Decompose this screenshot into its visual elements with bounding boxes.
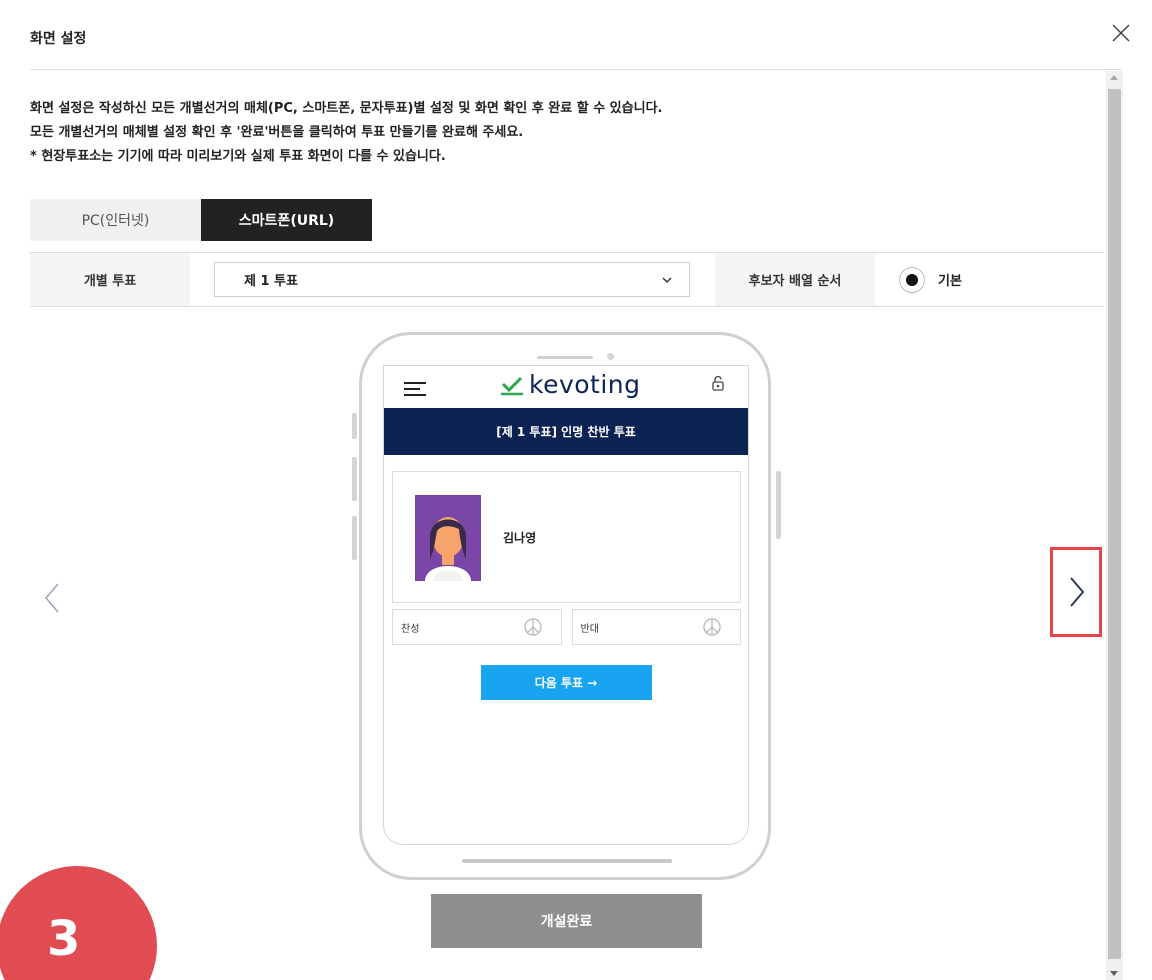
app-bar: kevoting bbox=[384, 366, 748, 408]
description: 화면 설정은 작성하신 모든 개별선거의 매체(PC, 스마트폰, 문자투표)별… bbox=[30, 97, 662, 169]
vote-select[interactable]: 제 1 투표 bbox=[214, 262, 690, 297]
reject-button[interactable]: 반대 bbox=[571, 609, 741, 645]
logo-text: kevoting bbox=[529, 370, 641, 399]
vote-choices: 찬성 반대 bbox=[392, 609, 741, 645]
check-logo-icon bbox=[501, 376, 523, 395]
description-line: 모든 개별선거의 매체별 설정 확인 후 '완료'버튼을 클릭하여 투표 만들기… bbox=[30, 125, 524, 140]
approve-label: 찬성 bbox=[401, 623, 420, 635]
logo: kevoting bbox=[499, 370, 641, 399]
phone-camera bbox=[607, 353, 614, 360]
radio-button[interactable] bbox=[899, 266, 925, 293]
phone-screen: kevoting [제 1 투표] 인명 찬반 투표 김나영 찬성 반대 다음 … bbox=[383, 365, 749, 845]
order-radio-default[interactable]: 기본 bbox=[899, 266, 962, 293]
vote-stamp-icon bbox=[523, 618, 542, 636]
next-arrow-button[interactable] bbox=[1050, 547, 1102, 637]
order-cell: 기본 bbox=[875, 253, 1104, 306]
vote-stamp-icon bbox=[703, 618, 721, 636]
scroll-down-icon[interactable] bbox=[1110, 971, 1118, 976]
avatar bbox=[415, 495, 481, 581]
phone-side-button bbox=[776, 471, 781, 539]
vote-select-label: 개별 투표 bbox=[30, 253, 190, 306]
tab-smartphone[interactable]: 스마트폰(URL) bbox=[201, 199, 372, 241]
vote-select-cell: 제 1 투표 bbox=[190, 253, 715, 306]
next-vote-button[interactable]: 다음 투표 → bbox=[480, 665, 652, 700]
phone-frame: kevoting [제 1 투표] 인명 찬반 투표 김나영 찬성 반대 다음 … bbox=[359, 332, 771, 880]
vote-title-bar: [제 1 투표] 인명 찬반 투표 bbox=[384, 408, 748, 455]
phone-side-button bbox=[352, 413, 357, 439]
settings-row: 개별 투표 제 1 투표 후보자 배열 순서 기본 bbox=[30, 252, 1104, 307]
scroll-thumb[interactable] bbox=[1108, 89, 1121, 959]
vertical-scrollbar[interactable] bbox=[1106, 71, 1123, 980]
tab-pc[interactable]: PC(인터넷) bbox=[30, 199, 201, 241]
phone-home-bar bbox=[462, 859, 672, 863]
step-badge: 3 bbox=[0, 866, 157, 980]
prev-arrow-icon[interactable] bbox=[38, 578, 68, 618]
description-line: 화면 설정은 작성하신 모든 개별선거의 매체(PC, 스마트폰, 문자투표)별… bbox=[30, 101, 663, 116]
candidate-name: 김나영 bbox=[503, 531, 537, 545]
step-number: 3 bbox=[47, 911, 81, 967]
phone-speaker bbox=[537, 356, 593, 359]
order-option-label: 기본 bbox=[938, 274, 962, 289]
order-label: 후보자 배열 순서 bbox=[715, 253, 875, 306]
dialog-content: 화면 설정은 작성하신 모든 개별선거의 매체(PC, 스마트폰, 문자투표)별… bbox=[0, 71, 1106, 980]
scroll-up-icon[interactable] bbox=[1110, 75, 1118, 80]
vote-select-value: 제 1 투표 bbox=[244, 274, 298, 289]
media-tabs: PC(인터넷) 스마트폰(URL) bbox=[30, 199, 372, 241]
lock-icon[interactable] bbox=[710, 375, 726, 391]
phone-side-button bbox=[352, 457, 357, 501]
menu-icon[interactable] bbox=[404, 382, 426, 396]
dialog-title: 화면 설정 bbox=[30, 31, 87, 47]
dialog-header: 화면 설정 bbox=[30, 0, 1130, 70]
finish-button[interactable]: 개설완료 bbox=[431, 894, 702, 948]
candidate-card: 김나영 bbox=[392, 471, 741, 603]
approve-button[interactable]: 찬성 bbox=[392, 609, 562, 645]
reject-label: 반대 bbox=[580, 623, 599, 635]
phone-side-button bbox=[352, 516, 357, 560]
chevron-down-icon bbox=[662, 276, 672, 283]
next-arrow-icon bbox=[1070, 577, 1085, 607]
close-icon[interactable] bbox=[1106, 18, 1136, 48]
description-line: * 현장투표소는 기기에 따라 미리보기와 실제 투표 화면이 다를 수 있습니… bbox=[30, 149, 446, 164]
